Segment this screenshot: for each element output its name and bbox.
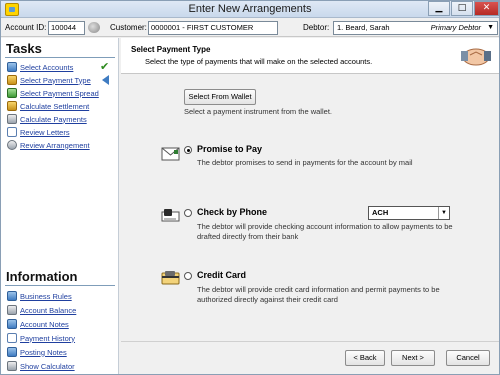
check-by-phone-radio[interactable] [184,209,192,217]
customer-field[interactable]: 0000001 - FIRST CUSTOMER [148,21,278,35]
spread-icon [7,88,17,98]
debtor-name: 1. Beard, Sarah [337,23,390,32]
window-title: Enter New Arrangements [188,3,312,15]
select-from-wallet-button[interactable]: Select From Wallet [184,89,256,105]
minimize-button[interactable]: ▁ [428,1,450,16]
sidebar-item-select-accounts[interactable]: Select Accounts [7,61,73,73]
sidebar-item-review-arrangement[interactable]: Review Arrangement [7,139,90,151]
checkmark-icon: ✔ [100,60,110,73]
tasks-title: Tasks [6,41,42,56]
sidebar-item-select-payment-type[interactable]: Select Payment Type [7,74,91,86]
account-bar: Account ID: 100044 Customer: 0000001 - F… [1,19,499,37]
magnifier-icon [7,140,17,150]
step-description: Select the type of payments that will ma… [145,57,373,66]
step-header: Select Payment Type Select the type of p… [121,38,499,74]
sidebar-item-label[interactable]: Select Payment Type [20,76,91,85]
main-panel: Select Payment Type Select the type of p… [121,38,499,374]
tasks-divider [5,57,115,58]
letters-icon [7,127,17,137]
maximize-button[interactable]: □ [451,1,473,16]
credit-card-icon [161,271,180,285]
information-title: Information [6,269,78,284]
sidebar-item-label[interactable]: Calculate Settlement [20,102,89,111]
sidebar-item-label[interactable]: Business Rules [20,292,72,301]
credit-card-radio[interactable] [184,272,192,280]
wallet-description: Select a payment instrument from the wal… [184,107,332,116]
credit-card-label[interactable]: Credit Card [197,270,246,280]
notes-icon [7,319,17,329]
sidebar-item-label[interactable]: Select Accounts [20,63,73,72]
payment-type-icon [7,75,17,85]
accounts-icon [7,62,17,72]
check-icon [161,209,180,222]
account-id-label: Account ID: [5,23,47,32]
footer-divider [121,341,499,342]
arrangements-window: Enter New Arrangements ▁ □ ✕ Account ID:… [0,0,500,375]
sidebar-item-label[interactable]: Show Calculator [20,362,75,371]
sidebar-item-review-letters[interactable]: Review Letters [7,126,70,138]
posting-icon [7,347,17,357]
sidebar-item-label[interactable]: Payment History [20,334,75,343]
credit-card-description: The debtor will provide credit card info… [197,285,440,304]
sidebar-item-account-balance[interactable]: Account Balance [7,304,76,316]
balance-icon [7,305,17,315]
sidebar-item-select-payment-spread[interactable]: Select Payment Spread [7,87,99,99]
sidebar-item-label[interactable]: Account Notes [20,320,69,329]
check-by-phone-description: The debtor will provide checking account… [197,222,453,241]
promise-to-pay-radio[interactable] [184,146,192,154]
settlement-icon [7,101,17,111]
check-by-phone-label[interactable]: Check by Phone [197,207,267,217]
sidebar-item-payment-history[interactable]: Payment History [7,332,75,344]
close-button[interactable]: ✕ [474,1,499,16]
chevron-down-icon: ▼ [487,24,494,31]
sidebar-item-label[interactable]: Review Letters [20,128,70,137]
sidebar-item-calculate-settlement[interactable]: Calculate Settlement [7,100,89,112]
account-id-field[interactable]: 100044 [48,21,85,35]
sidebar-item-label[interactable]: Account Balance [20,306,76,315]
sidebar-item-business-rules[interactable]: Business Rules [7,290,72,302]
check-type-select[interactable]: ACH ▼ [368,206,450,220]
sidebar-item-calculate-payments[interactable]: Calculate Payments [7,113,87,125]
calculator-icon [7,361,17,371]
sidebar: Tasks Select Accounts ✔ Select Payment T… [1,38,119,374]
sidebar-item-posting-notes[interactable]: Posting Notes [7,346,67,358]
sidebar-item-label[interactable]: Posting Notes [20,348,67,357]
envelope-icon [161,147,180,161]
handshake-icon [461,48,491,66]
cancel-button[interactable]: Cancel [446,350,490,366]
check-type-value: ACH [372,208,389,217]
sidebar-item-label[interactable]: Review Arrangement [20,141,90,150]
information-divider [5,285,115,286]
next-button[interactable]: Next > [391,350,435,366]
promise-to-pay-description: The debtor promises to send in payments … [197,158,413,167]
title-bar: Enter New Arrangements ▁ □ ✕ [1,1,499,18]
back-button[interactable]: < Back [345,350,385,366]
sidebar-item-account-notes[interactable]: Account Notes [7,318,69,330]
promise-to-pay-label[interactable]: Promise to Pay [197,144,262,154]
step-title: Select Payment Type [131,45,211,54]
debtor-label: Debtor: [303,23,330,32]
sidebar-item-show-calculator[interactable]: Show Calculator [7,360,75,372]
history-icon [7,333,17,343]
debtor-role: Primary Debtor [430,23,481,32]
debtor-select[interactable]: 1. Beard, Sarah Primary Debtor ▼ [333,21,498,35]
sidebar-item-label[interactable]: Select Payment Spread [20,89,99,98]
sidebar-item-label[interactable]: Calculate Payments [20,115,87,124]
customer-label: Customer: [110,23,147,32]
current-step-arrow-icon [102,75,109,85]
phone-icon[interactable] [88,22,100,33]
chevron-down-icon: ▼ [438,207,449,219]
calculator-icon [7,114,17,124]
rules-icon [7,291,17,301]
